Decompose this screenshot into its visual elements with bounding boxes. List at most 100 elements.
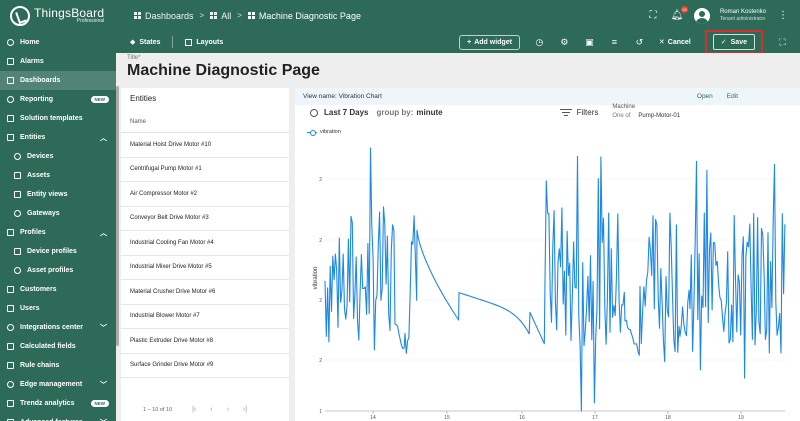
notifications-bell-icon[interactable]: 🔔︎ 26 (670, 5, 688, 23)
sidebar-item-edge-management[interactable]: Edge management ﹀ (0, 375, 116, 394)
user-info[interactable]: Roman Kostenko Tenant administrator (720, 9, 766, 23)
table-row[interactable]: Air Compressor Motor #2 (121, 182, 289, 207)
sidebar-item-devices[interactable]: Devices (0, 147, 116, 166)
undo-history-icon[interactable]: ↺ (634, 37, 645, 48)
add-widget-button[interactable]: + Add widget (459, 34, 520, 50)
sidebar-item-integrations-center[interactable]: Integrations center ﹀ (0, 318, 116, 337)
entity-view-icon (14, 191, 21, 198)
more-vert-icon[interactable]: ⋮ (776, 9, 790, 23)
sidebar-item-asset-profiles[interactable]: Asset profiles (0, 261, 116, 280)
plus-icon: + (467, 38, 472, 46)
fullscreen-icon[interactable]: ⛶ (777, 37, 788, 48)
sidebar-item-label: Profiles (20, 229, 46, 236)
y-axis-label: vibration (313, 267, 319, 290)
sidebar-item-gateways[interactable]: Gateways (0, 204, 116, 223)
layers-icon: ◆ (130, 39, 136, 46)
table-row[interactable]: Industrial Cooling Fan Motor #4 (121, 231, 289, 256)
filter-icon[interactable]: ≡ (609, 37, 620, 48)
sidebar-item-advanced-features[interactable]: Advanced features﹀ (0, 413, 116, 421)
chevron-right-icon: > (237, 11, 242, 20)
sidebar-item-alarms[interactable]: Alarms (0, 52, 116, 71)
sidebar-scrollbar[interactable] (116, 86, 119, 346)
sidebar-item-entity-views[interactable]: Entity views (0, 185, 116, 204)
sidebar-item-calculated-fields[interactable]: Calculated fields (0, 337, 116, 356)
customers-icon (7, 286, 14, 293)
prev-page-icon[interactable]: ‹ (210, 406, 212, 413)
breadcrumb-dashboards[interactable]: Dashboards (134, 11, 194, 21)
sidebar-item-reporting[interactable]: Reporting NEW (0, 90, 116, 109)
sidebar: Home Alarms Dashboards Reporting NEW Solution… (0, 31, 116, 421)
table-row[interactable]: Surface Grinder Drive Motor #9 (121, 354, 289, 378)
user-role: Tenant administrator (719, 16, 766, 23)
template-icon (7, 115, 14, 122)
logo[interactable]: ThingsBoard Professional (0, 5, 116, 26)
y-tick-label: 2 (319, 358, 322, 364)
settings-gear-icon[interactable]: ⚙ (559, 37, 570, 48)
x-tick-label: 19 (738, 415, 744, 421)
layouts-button[interactable]: Layouts (185, 38, 223, 46)
y-tick-label: 2 (319, 177, 322, 183)
title-field-label: Title* (127, 55, 141, 61)
sidebar-item-device-profiles[interactable]: Device profiles (0, 242, 116, 261)
sidebar-item-customers[interactable]: Customers (0, 280, 116, 299)
last-page-icon[interactable]: ›| (243, 406, 247, 413)
image-icon[interactable]: ▣ (584, 37, 595, 48)
table-row[interactable]: Industrial Mixer Drive Motor #5 (121, 256, 289, 280)
sidebar-item-profiles[interactable]: Profiles ︿ (0, 223, 116, 242)
breadcrumb: Dashboards > All > Machine Diagnostic Pa… (134, 11, 361, 21)
new-badge: NEW (90, 96, 109, 103)
chevron-up-icon: ︿ (100, 134, 107, 142)
sidebar-item-label: Edge management (20, 381, 83, 388)
sidebar-item-label: Trendz analytics (20, 400, 75, 407)
sidebar-item-dashboards[interactable]: Dashboards (0, 71, 116, 90)
breadcrumb-all[interactable]: All (210, 11, 231, 21)
cancel-button[interactable]: ✕ Cancel (659, 38, 691, 47)
table-row[interactable]: Material Hoist Drive Motor #10 (121, 133, 289, 158)
profiles-icon (7, 229, 14, 236)
sidebar-item-label: Solution templates (20, 115, 83, 122)
breadcrumb-label: All (221, 10, 232, 21)
avatar[interactable] (693, 7, 710, 24)
save-button[interactable]: ✓ Save (712, 34, 755, 50)
sidebar-item-label: Assets (27, 172, 50, 179)
next-page-icon[interactable]: › (227, 406, 229, 413)
sidebar-item-label: Dashboards (20, 77, 61, 84)
first-page-icon[interactable]: |‹ (192, 406, 196, 413)
states-button[interactable]: ◆ States (130, 38, 161, 47)
table-row[interactable]: Conveyor Belt Drive Motor #3 (121, 207, 289, 231)
series-line-vibration (324, 147, 786, 412)
sidebar-item-users[interactable]: Users (0, 299, 116, 318)
table-row[interactable]: Centrifugal Pump Motor #1 (121, 158, 289, 182)
add-widget-label: Add widget (474, 38, 512, 46)
table-row[interactable]: Material Crusher Drive Motor #6 (121, 280, 289, 305)
sidebar-item-trendz-analytics[interactable]: Trendz analytics NEW (0, 394, 116, 413)
table-row[interactable]: Industrial Blower Motor #7 (121, 305, 289, 329)
chevron-right-icon: > (199, 11, 205, 20)
sidebar-item-solution-templates[interactable]: Solution templates (0, 109, 116, 128)
new-badge: NEW (90, 400, 109, 407)
column-header-name[interactable]: Name (121, 109, 289, 133)
entities-widget: Entities Name Material Hoist Drive Motor… (121, 88, 289, 421)
fullscreen-icon[interactable]: ⛶ (646, 9, 660, 23)
history-icon[interactable]: ◷ (534, 37, 545, 48)
device-icon (14, 153, 21, 160)
states-label: States (139, 38, 161, 46)
title-field[interactable]: Title* Machine Diagnostic Page (116, 53, 800, 86)
sidebar-item-assets[interactable]: Assets (0, 166, 116, 185)
table-row[interactable]: Plastic Extruder Drive Motor #8 (121, 329, 289, 354)
dashboard-icon (7, 77, 14, 84)
check-icon: ✓ (720, 39, 727, 46)
sidebar-item-rule-chains[interactable]: Rule chains (0, 356, 116, 375)
notification-count-badge: 26 (680, 5, 688, 13)
breadcrumb-label: Dashboards (145, 10, 194, 21)
page-title[interactable]: Machine Diagnostic Page (127, 62, 800, 80)
chevron-down-icon: ﹀ (100, 324, 107, 332)
save-label: Save (730, 38, 747, 46)
divider (172, 36, 174, 48)
sidebar-item-home[interactable]: Home (0, 33, 116, 52)
pagination-range: 1 – 10 of 10 (143, 406, 173, 413)
x-tick-label: 15 (444, 415, 450, 421)
sidebar-item-label: Entity views (27, 191, 68, 198)
vibration-chart[interactable]: vibration 1 2 2 2 2 14 15 16 17 18 19 (295, 88, 800, 421)
sidebar-item-entities[interactable]: Entities ︿ (0, 128, 116, 147)
